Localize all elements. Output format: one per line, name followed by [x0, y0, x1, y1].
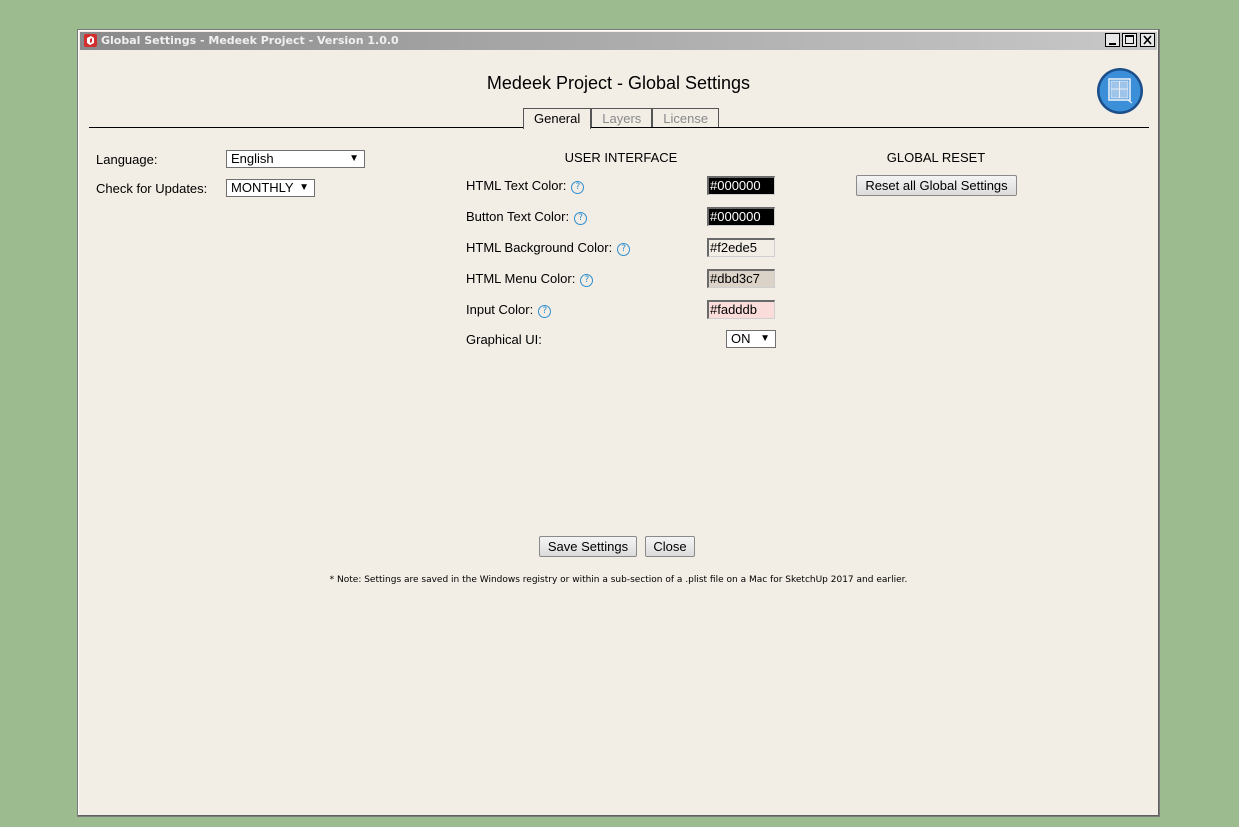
html-menu-color-input[interactable]: #dbd3c7 — [707, 269, 775, 288]
dropdown-arrow-icon: ▼ — [299, 182, 309, 193]
tab-layers[interactable]: Layers — [591, 108, 653, 128]
maximize-button[interactable] — [1122, 33, 1137, 47]
input-color-value: #fadddb — [710, 302, 757, 317]
language-label: Language: — [96, 152, 158, 167]
help-icon[interactable]: ? — [580, 274, 594, 287]
language-select[interactable]: English ▼ — [226, 150, 365, 168]
graphical-ui-value: ON — [731, 331, 751, 346]
button-text-color-label: Button Text Color:? — [466, 209, 588, 225]
input-color-label-text: Input Color: — [466, 302, 534, 317]
button-text-color-value: #000000 — [710, 209, 761, 224]
help-icon[interactable]: ? — [571, 181, 585, 194]
html-menu-color-value: #dbd3c7 — [710, 271, 760, 286]
save-settings-button[interactable]: Save Settings — [539, 536, 637, 557]
language-value: English — [231, 151, 274, 166]
settings-window: Global Settings - Medeek Project - Versi… — [77, 29, 1160, 817]
maximize-icon — [1125, 35, 1134, 44]
minimize-button[interactable] — [1105, 33, 1120, 47]
close-icon — [1143, 35, 1152, 45]
graphical-ui-select[interactable]: ON ▼ — [726, 330, 776, 348]
tab-license[interactable]: License — [652, 108, 720, 128]
input-color-label: Input Color:? — [466, 302, 552, 318]
button-text-color-label-text: Button Text Color: — [466, 209, 570, 224]
html-menu-color-label-text: HTML Menu Color: — [466, 271, 576, 286]
user-interface-heading: USER INTERFACE — [564, 150, 678, 165]
help-icon[interactable]: ? — [574, 212, 588, 225]
footnote: * Note: Settings are saved in the Window… — [329, 575, 908, 585]
html-text-color-value: #000000 — [710, 178, 761, 193]
sketchup-icon — [84, 34, 97, 47]
title-bar: Global Settings - Medeek Project - Versi… — [80, 32, 1157, 50]
global-reset-heading: GLOBAL RESET — [886, 150, 986, 165]
button-text-color-input[interactable]: #000000 — [707, 207, 775, 226]
close-window-button[interactable] — [1140, 33, 1155, 47]
html-text-color-input[interactable]: #000000 — [707, 176, 775, 195]
tab-bar: General Layers License — [523, 108, 720, 129]
medeek-logo-icon — [1097, 68, 1143, 114]
input-color-input[interactable]: #fadddb — [707, 300, 775, 319]
html-background-color-label-text: HTML Background Color: — [466, 240, 613, 255]
help-icon[interactable]: ? — [617, 243, 631, 256]
tab-general[interactable]: General — [523, 108, 592, 129]
reset-global-settings-button[interactable]: Reset all Global Settings — [856, 175, 1017, 196]
updates-value: MONTHLY — [231, 180, 294, 195]
graphical-ui-label: Graphical UI: — [466, 332, 542, 347]
updates-label: Check for Updates: — [96, 181, 208, 196]
html-background-color-input[interactable]: #f2ede5 — [707, 238, 775, 257]
minimize-icon — [1109, 43, 1116, 45]
html-text-color-label-text: HTML Text Color: — [466, 178, 567, 193]
updates-select[interactable]: MONTHLY ▼ — [226, 179, 315, 197]
close-button[interactable]: Close — [645, 536, 695, 557]
html-text-color-label: HTML Text Color:? — [466, 178, 585, 194]
dropdown-arrow-icon: ▼ — [760, 333, 770, 344]
help-icon[interactable]: ? — [538, 305, 552, 318]
html-background-color-label: HTML Background Color:? — [466, 240, 631, 256]
dropdown-arrow-icon: ▼ — [349, 153, 359, 164]
window-title: Global Settings - Medeek Project - Versi… — [101, 34, 399, 47]
html-background-color-value: #f2ede5 — [710, 240, 757, 255]
tab-divider — [89, 127, 1149, 128]
html-menu-color-label: HTML Menu Color:? — [466, 271, 594, 287]
page-title: Medeek Project - Global Settings — [486, 73, 751, 93]
